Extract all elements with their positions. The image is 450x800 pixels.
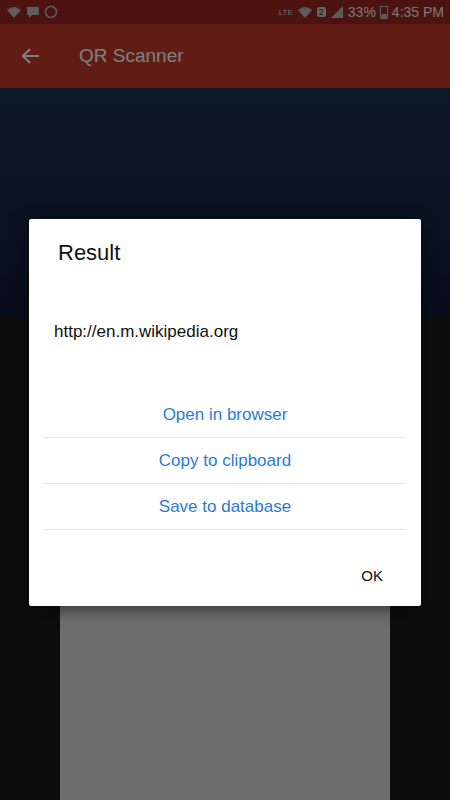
dialog-title: Result: [44, 239, 406, 267]
ok-button[interactable]: OK: [361, 567, 383, 584]
dialog-footer: OK: [44, 560, 406, 590]
result-text: http://en.m.wikipedia.org: [44, 320, 406, 344]
screen: LTE 2 33% 4:35 PM QR Scanner Result http…: [0, 0, 450, 800]
action-item[interactable]: Save to database: [44, 484, 406, 530]
action-item[interactable]: Copy to clipboard: [44, 438, 406, 484]
action-list: Open in browserCopy to clipboardSave to …: [44, 392, 406, 530]
action-item[interactable]: Open in browser: [44, 392, 406, 438]
result-dialog: Result http://en.m.wikipedia.org Open in…: [29, 219, 421, 606]
